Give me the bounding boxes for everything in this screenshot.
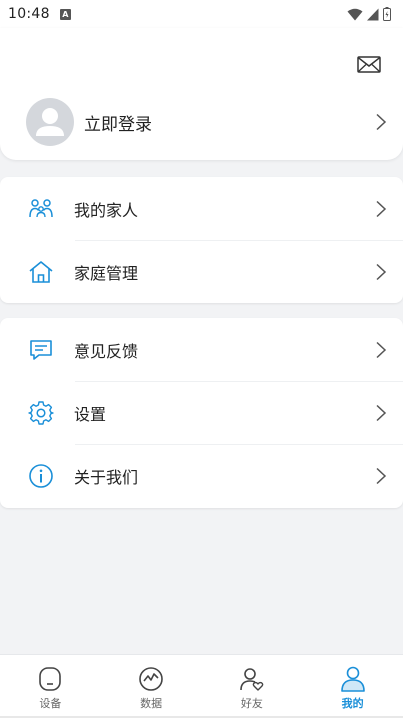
- status-left: 10:48 A: [8, 6, 71, 22]
- tab-mine[interactable]: 我的: [302, 655, 403, 718]
- login-label: 立即登录: [84, 114, 152, 135]
- default-avatar-icon: [36, 108, 64, 136]
- feedback-icon: [30, 339, 52, 360]
- message-button[interactable]: [357, 55, 381, 75]
- menu-item-about-us[interactable]: 关于我们: [0, 444, 403, 507]
- status-time: 10:48: [8, 6, 50, 22]
- profile-header: 立即登录: [0, 28, 403, 160]
- menu-card-family: 我的家人 家庭管理: [0, 177, 403, 303]
- tab-data[interactable]: 数据: [101, 655, 202, 718]
- menu-label: 关于我们: [74, 467, 139, 487]
- menu-label: 我的家人: [74, 200, 139, 220]
- chevron-right-icon: [376, 404, 387, 421]
- menu-item-settings[interactable]: 设置: [0, 381, 403, 444]
- home-icon: [29, 260, 53, 283]
- menu-label: 家庭管理: [74, 263, 139, 283]
- login-row[interactable]: 立即登录: [0, 96, 403, 148]
- battery-icon: [383, 7, 391, 21]
- menu-item-my-family[interactable]: 我的家人: [0, 177, 403, 240]
- info-icon: [29, 463, 53, 488]
- tab-device[interactable]: 设备: [0, 655, 101, 718]
- status-right: [347, 7, 391, 21]
- profile-icon: [340, 666, 365, 692]
- menu-label: 设置: [74, 404, 107, 424]
- menu-card-general: 意见反馈 设置 关于我们: [0, 318, 403, 508]
- menu-item-home-management[interactable]: 家庭管理: [0, 240, 403, 303]
- notification-a-icon: A: [59, 8, 71, 20]
- settings-icon: [28, 400, 54, 425]
- chevron-right-icon: [376, 200, 387, 217]
- tab-label: 数据: [140, 697, 163, 710]
- signal-icon: [367, 8, 379, 20]
- chevron-right-icon: [376, 341, 387, 358]
- status-bar: 10:48 A: [0, 0, 403, 28]
- menu-item-feedback[interactable]: 意见反馈: [0, 318, 403, 381]
- tab-friends[interactable]: 好友: [202, 655, 303, 718]
- wifi-icon: [347, 8, 363, 20]
- friend-icon: [240, 668, 264, 691]
- tab-label: 我的: [341, 697, 364, 710]
- device-icon: [39, 667, 62, 691]
- tab-label: 设备: [39, 697, 62, 710]
- tab-label: 好友: [240, 697, 263, 710]
- avatar: [26, 98, 74, 146]
- chevron-right-icon: [376, 467, 387, 484]
- mail-icon: [357, 56, 381, 73]
- chart-icon: [139, 667, 163, 691]
- chevron-right-icon: [376, 113, 387, 131]
- chevron-right-icon: [376, 263, 387, 280]
- menu-label: 意见反馈: [74, 341, 139, 361]
- family-icon: [29, 198, 53, 217]
- bottom-tab-bar: 设备 数据 好友 我的: [0, 654, 403, 718]
